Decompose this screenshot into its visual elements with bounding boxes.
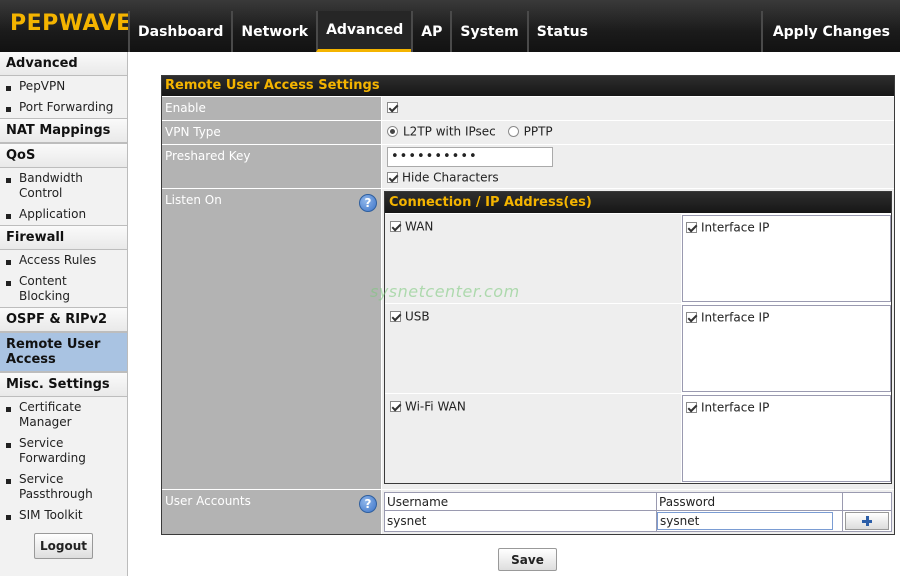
apply-changes-button[interactable]: Apply Changes xyxy=(760,11,900,52)
preshared-key-row: Preshared Key •••••••••• Hide Characters xyxy=(162,144,894,188)
user-accounts-row: User Accounts ? Username Password sysnet… xyxy=(162,489,894,534)
tab-network[interactable]: Network xyxy=(231,11,316,52)
sidebar-item-bandwidth-control[interactable]: Bandwidth Control xyxy=(0,168,127,204)
help-icon[interactable]: ? xyxy=(359,495,377,513)
connection-row-wan: WAN Interface IP xyxy=(385,213,891,303)
vpn-type-value: L2TP with IPsec PPTP xyxy=(381,121,894,144)
user-accounts-table: Username Password sysnet sysnet xyxy=(383,492,892,532)
listen-on-label: Listen On ? xyxy=(162,189,381,489)
username-column-header: Username xyxy=(383,492,658,511)
password-column-header: Password xyxy=(656,492,843,511)
wifi-wan-checkbox[interactable] xyxy=(390,401,401,412)
hide-characters-label: Hide Characters xyxy=(402,170,499,185)
wan-label: WAN xyxy=(405,219,434,234)
usb-label: USB xyxy=(405,309,430,324)
connection-row-wifi-wan: Wi-Fi WAN Interface IP xyxy=(385,393,891,483)
user-accounts-value: Username Password sysnet sysnet xyxy=(381,490,894,534)
pepwave-logo: PEPWAVE xyxy=(10,11,132,36)
bullet-icon xyxy=(6,281,11,286)
vpn-type-label: VPN Type xyxy=(162,121,381,144)
sidebar-item-pepvpn[interactable]: PepVPN xyxy=(0,76,127,97)
tab-ap[interactable]: AP xyxy=(411,11,450,52)
sidebar-section-misc-settings[interactable]: Misc. Settings xyxy=(0,372,127,397)
wan-interface-ip-checkbox[interactable] xyxy=(686,222,697,233)
wan-checkbox[interactable] xyxy=(390,221,401,232)
wifi-wan-interface-ip-checkbox[interactable] xyxy=(686,402,697,413)
panel-title: Remote User Access Settings xyxy=(162,76,894,96)
save-button[interactable]: Save xyxy=(498,548,557,571)
tab-system[interactable]: System xyxy=(450,11,526,52)
pptp-label: PPTP xyxy=(523,124,553,139)
usb-checkbox[interactable] xyxy=(390,311,401,322)
add-user-button[interactable] xyxy=(845,512,889,530)
tab-status[interactable]: Status xyxy=(526,11,596,52)
vpn-type-row: VPN Type L2TP with IPsec PPTP xyxy=(162,120,894,144)
sidebar: Advanced PepVPN Port Forwarding NAT Mapp… xyxy=(0,52,128,576)
listen-on-value: Connection / IP Address(es) WAN Interfac… xyxy=(381,189,894,489)
connection-table-title: Connection / IP Address(es) xyxy=(385,192,891,213)
plus-icon xyxy=(862,516,872,526)
sidebar-item-service-forwarding[interactable]: Service Forwarding xyxy=(0,433,127,469)
enable-row: Enable xyxy=(162,96,894,120)
username-input[interactable]: sysnet xyxy=(383,510,658,532)
usb-interface-ip-checkbox[interactable] xyxy=(686,312,697,323)
bullet-icon xyxy=(6,107,11,112)
tab-advanced[interactable]: Advanced xyxy=(316,11,412,52)
sidebar-section-nat-mappings[interactable]: NAT Mappings xyxy=(0,118,127,143)
connection-table: Connection / IP Address(es) WAN Interfac… xyxy=(384,191,892,484)
listen-on-row: Listen On ? Connection / IP Address(es) … xyxy=(162,188,894,489)
hide-characters-checkbox[interactable] xyxy=(387,172,398,183)
l2tp-label: L2TP with IPsec xyxy=(403,124,496,139)
hide-characters-wrap: Hide Characters xyxy=(387,170,889,185)
usb-interface-ip-label: Interface IP xyxy=(701,310,770,325)
main-nav: Dashboard Network Advanced AP System Sta… xyxy=(128,11,596,52)
preshared-key-value: •••••••••• Hide Characters xyxy=(381,145,894,188)
enable-checkbox[interactable] xyxy=(387,102,398,113)
sidebar-item-service-passthrough[interactable]: Service Passthrough xyxy=(0,469,127,505)
sidebar-section-qos[interactable]: QoS xyxy=(0,143,127,168)
bullet-icon xyxy=(6,178,11,183)
logout-button[interactable]: Logout xyxy=(34,533,93,559)
enable-value xyxy=(381,97,894,120)
sidebar-section-ospf-ripv2[interactable]: OSPF & RIPv2 xyxy=(0,307,127,332)
bullet-icon xyxy=(6,214,11,219)
bullet-icon xyxy=(6,479,11,484)
bullet-icon xyxy=(6,515,11,520)
wifi-wan-interface-ip-label: Interface IP xyxy=(701,400,770,415)
sidebar-item-certificate-manager[interactable]: Certificate Manager xyxy=(0,397,127,433)
help-icon[interactable]: ? xyxy=(359,194,377,212)
wifi-wan-label: Wi-Fi WAN xyxy=(405,399,466,414)
top-bar: PEPWAVE Dashboard Network Advanced AP Sy… xyxy=(0,0,900,52)
sidebar-item-sim-toolkit[interactable]: SIM Toolkit xyxy=(0,505,127,526)
logout-wrap: Logout xyxy=(0,526,127,559)
enable-label: Enable xyxy=(162,97,381,120)
preshared-key-label: Preshared Key xyxy=(162,145,381,188)
remote-user-access-panel: Remote User Access Settings Enable VPN T… xyxy=(161,75,895,535)
sidebar-item-access-rules[interactable]: Access Rules xyxy=(0,250,127,271)
password-input[interactable]: sysnet xyxy=(657,512,834,530)
l2tp-radio[interactable] xyxy=(387,126,398,137)
sidebar-item-application[interactable]: Application xyxy=(0,204,127,225)
tab-dashboard[interactable]: Dashboard xyxy=(128,11,231,52)
user-accounts-label: User Accounts ? xyxy=(162,490,381,534)
user-accounts-header: Username Password xyxy=(383,492,892,511)
bullet-icon xyxy=(6,443,11,448)
bullet-icon xyxy=(6,86,11,91)
preshared-key-input[interactable]: •••••••••• xyxy=(387,147,553,167)
sidebar-section-advanced[interactable]: Advanced xyxy=(0,52,127,76)
bullet-icon xyxy=(6,407,11,412)
wan-interface-ip-label: Interface IP xyxy=(701,220,770,235)
sidebar-section-remote-user-access[interactable]: Remote User Access xyxy=(0,332,127,372)
connection-row-usb: USB Interface IP xyxy=(385,303,891,393)
bullet-icon xyxy=(6,260,11,265)
pptp-radio[interactable] xyxy=(507,126,519,137)
sidebar-item-port-forwarding[interactable]: Port Forwarding xyxy=(0,97,127,118)
sidebar-section-firewall[interactable]: Firewall xyxy=(0,225,127,250)
sidebar-item-content-blocking[interactable]: Content Blocking xyxy=(0,271,127,307)
user-account-row: sysnet sysnet xyxy=(383,510,892,532)
